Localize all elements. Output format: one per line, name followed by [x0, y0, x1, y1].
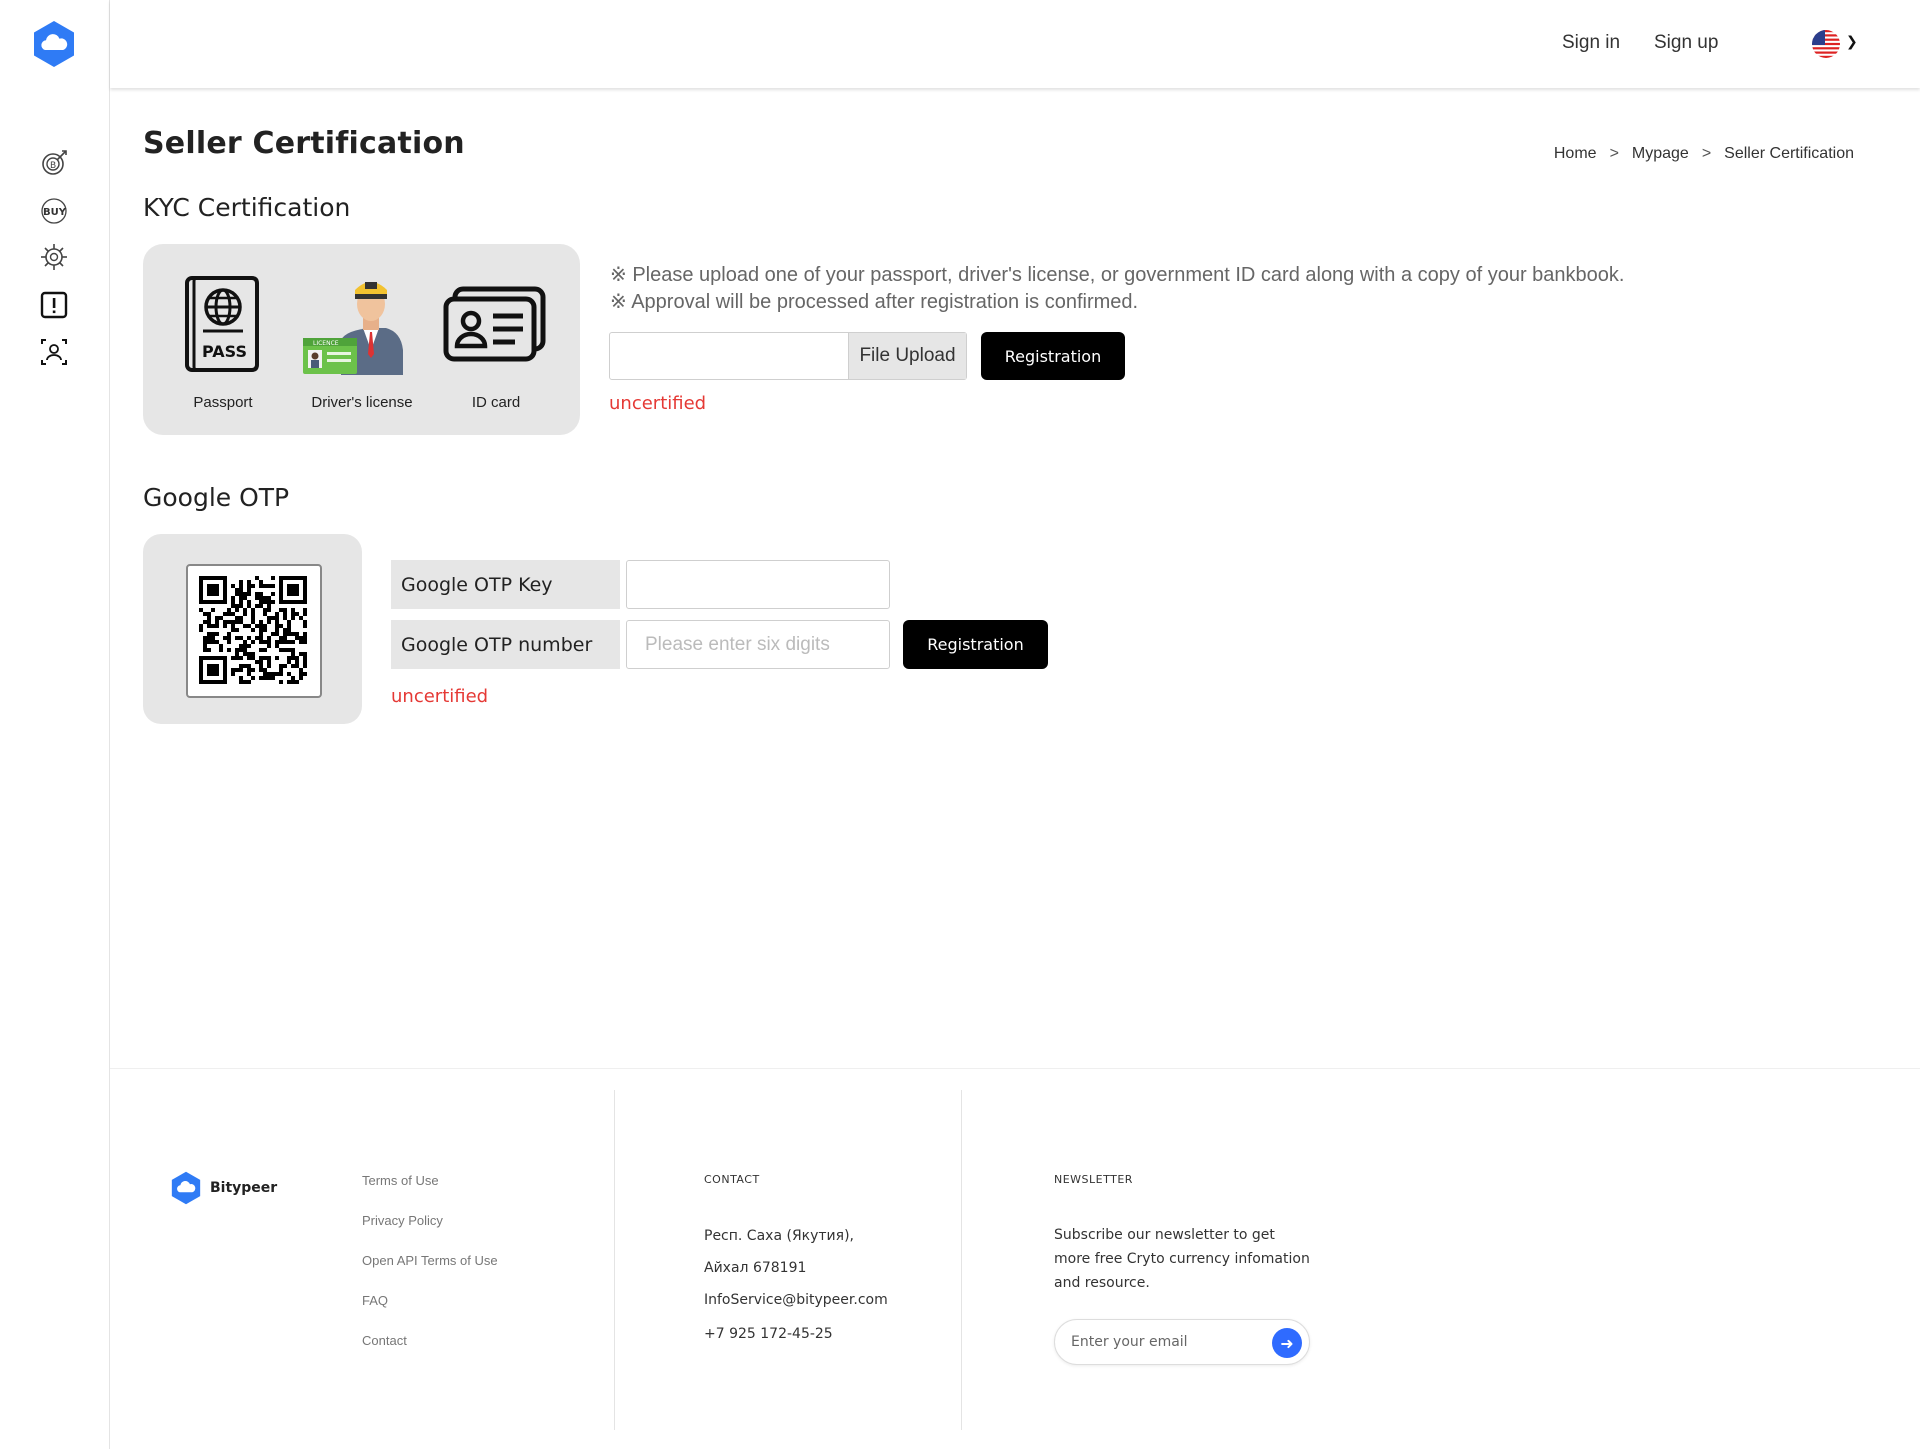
top-header	[110, 0, 1920, 88]
id-card-icon	[443, 286, 546, 362]
footer-link-terms[interactable]: Terms of Use	[362, 1173, 439, 1188]
svg-text:B: B	[50, 161, 56, 171]
sign-in-link[interactable]: Sign in	[1562, 32, 1620, 54]
svg-text:LICENCE: LICENCE	[313, 340, 339, 347]
breadcrumb-separator: >	[1701, 145, 1712, 162]
kyc-section-title: KYC Certification	[143, 193, 351, 222]
footer-link-contact[interactable]: Contact	[362, 1333, 407, 1348]
otp-key-input[interactable]	[626, 560, 890, 609]
sign-up-link[interactable]: Sign up	[1654, 32, 1718, 54]
drivers-license-label: Driver's license	[311, 394, 413, 411]
footer-newsletter-text-3: and resource.	[1054, 1275, 1150, 1291]
footer-contact-heading: CONTACT	[704, 1173, 760, 1186]
breadcrumb-home[interactable]: Home	[1554, 145, 1597, 162]
sidebar: B BUY	[0, 0, 110, 1449]
id-card-label: ID card	[471, 394, 521, 411]
kyc-status: uncertified	[609, 393, 707, 414]
footer-link-open-api[interactable]: Open API Terms of Use	[362, 1253, 498, 1268]
footer-contact-phone[interactable]: +7 925 172-45-25	[704, 1326, 833, 1342]
footer-divider	[110, 1068, 1920, 1069]
footer-brand-name: Bitypeer	[210, 1180, 278, 1196]
otp-status: uncertified	[391, 686, 489, 707]
footer-column-divider	[961, 1090, 962, 1430]
breadcrumb-mypage[interactable]: Mypage	[1632, 145, 1689, 162]
breadcrumb: Home > Mypage > Seller Certification	[1550, 145, 1858, 163]
otp-registration-button[interactable]: Registration	[903, 620, 1048, 669]
footer-link-faq[interactable]: FAQ	[362, 1293, 388, 1308]
file-upload-field[interactable]: File Upload	[609, 332, 967, 380]
network-gear-icon[interactable]	[38, 241, 70, 273]
footer-column-divider	[614, 1090, 615, 1430]
kyc-document-types-panel: PASS Passport LICENCE Driver's license I…	[143, 244, 580, 435]
otp-key-label: Google OTP Key	[391, 560, 620, 609]
kyc-notice-approval: ※ Approval will be processed after regis…	[610, 291, 1139, 313]
kyc-registration-button[interactable]: Registration	[981, 332, 1125, 380]
footer-newsletter-text-1: Subscribe our newsletter to get	[1054, 1227, 1275, 1243]
breadcrumb-separator: >	[1609, 145, 1619, 162]
footer-brand[interactable]: Bitypeer	[170, 1171, 277, 1205]
language-chevron-down-icon[interactable]: ❯	[1846, 34, 1858, 50]
svg-text:PASS: PASS	[202, 342, 247, 361]
app-logo-icon[interactable]	[32, 20, 76, 68]
otp-section-title: Google OTP	[143, 483, 290, 512]
newsletter-submit-arrow-icon[interactable]: ➜	[1272, 1328, 1302, 1358]
breadcrumb-current: Seller Certification	[1724, 145, 1854, 162]
newsletter-email-placeholder: Enter your email	[1071, 1334, 1188, 1350]
footer-contact-email[interactable]: InfoService@bitypeer.com	[704, 1292, 888, 1308]
otp-number-label: Google OTP number	[391, 620, 620, 669]
footer-newsletter-text-2: more free Cryto currency infomation	[1054, 1251, 1310, 1267]
otp-qr-code	[186, 564, 322, 698]
footer-newsletter-heading: NEWSLETTER	[1054, 1173, 1133, 1186]
kyc-notice-upload: ※ Please upload one of your passport, dr…	[610, 264, 1625, 286]
bitcoin-target-icon[interactable]: B	[38, 147, 70, 179]
drivers-license-icon: LICENCE	[303, 282, 403, 375]
newsletter-email-input[interactable]: Enter your email ➜	[1054, 1319, 1310, 1365]
footer-contact-address-1: Респ. Саха (Якутия),	[704, 1228, 854, 1244]
passport-label: Passport	[193, 394, 253, 411]
otp-qr-panel	[143, 534, 362, 724]
footer-logo-icon	[171, 1171, 201, 1205]
footer-contact-address-2: Айхал 678191	[704, 1260, 807, 1276]
file-upload-button[interactable]: File Upload	[848, 333, 966, 379]
otp-number-input[interactable]: Please enter six digits	[626, 620, 890, 669]
footer-link-privacy[interactable]: Privacy Policy	[362, 1213, 443, 1228]
buy-icon[interactable]: BUY	[38, 195, 70, 227]
svg-text:BUY: BUY	[43, 207, 67, 218]
passport-icon: PASS	[185, 276, 259, 372]
us-flag-icon[interactable]	[1812, 30, 1840, 58]
page-title: Seller Certification	[143, 126, 465, 161]
user-scan-icon[interactable]	[38, 336, 70, 368]
alert-icon[interactable]	[38, 289, 70, 321]
